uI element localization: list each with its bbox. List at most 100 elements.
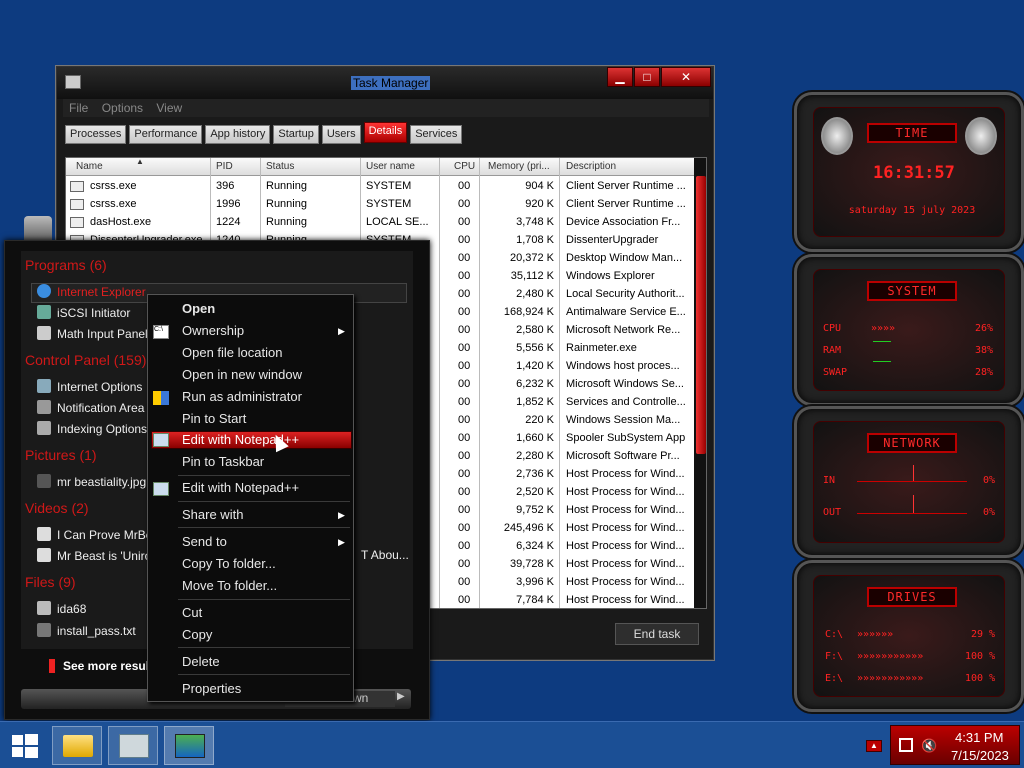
result-video-2[interactable]: Mr Beast is 'Uniro: [37, 548, 151, 563]
col-user[interactable]: User name: [366, 161, 415, 172]
menu-options[interactable]: Options: [102, 101, 143, 115]
minimize-button[interactable]: ▁: [607, 67, 633, 87]
menu-copy[interactable]: Copy: [182, 627, 212, 642]
table-row[interactable]: csrss.exe 1996 Running SYSTEM 00 920 K Client …: [66, 196, 694, 214]
alien-logo-icon: [965, 117, 997, 155]
result-video-1[interactable]: I Can Prove MrBea: [37, 527, 159, 542]
network-icon[interactable]: [899, 738, 913, 752]
menu-ownership[interactable]: Ownership: [182, 323, 244, 338]
shutdown-options-arrow-icon[interactable]: ▶: [397, 691, 411, 707]
cell-cpu: 00: [458, 216, 471, 228]
menu-view[interactable]: View: [156, 101, 182, 115]
menu-file[interactable]: File: [69, 101, 88, 115]
result-picture[interactable]: mr beastiality.jpg: [37, 474, 146, 489]
time-date: saturday 15 july 2023: [848, 205, 976, 216]
col-pid[interactable]: PID: [216, 161, 233, 172]
menu-open[interactable]: Open: [182, 301, 215, 316]
category-files[interactable]: Files (9): [25, 574, 76, 590]
in-label: IN: [823, 475, 836, 486]
notepad-icon: [153, 433, 169, 447]
col-description[interactable]: Description: [566, 161, 616, 172]
category-videos[interactable]: Videos (2): [25, 500, 89, 516]
result-internet-explorer[interactable]: Internet Explorer: [37, 284, 146, 299]
out-spike: [913, 495, 914, 513]
drive-e-label: E:\: [825, 673, 844, 684]
end-task-button[interactable]: End task: [615, 623, 699, 645]
tab-performance[interactable]: Performance: [129, 125, 203, 144]
result-file-ida[interactable]: ida68: [37, 601, 86, 616]
close-button[interactable]: ✕: [661, 67, 711, 87]
cell-mem: 2,580 K: [516, 324, 554, 336]
result-notification-area[interactable]: Notification Area I: [37, 400, 151, 415]
tab-app-history[interactable]: App history: [205, 125, 271, 144]
menu-move-to-folder[interactable]: Move To folder...: [182, 578, 277, 593]
cell-mem: 1,708 K: [516, 234, 554, 246]
cell-cpu: 00: [458, 522, 471, 534]
pen-icon: [37, 326, 51, 340]
tab-startup[interactable]: Startup: [273, 125, 319, 144]
taskbar-task-manager[interactable]: [108, 726, 158, 765]
menu-pin-to-taskbar[interactable]: Pin to Taskbar: [182, 454, 264, 469]
volume-muted-icon[interactable]: 🔇: [921, 738, 937, 754]
menu-edit-notepad[interactable]: Edit with Notepad++: [182, 480, 299, 495]
menu-open-new-window[interactable]: Open in new window: [182, 367, 302, 382]
cell-cpu: 00: [458, 306, 471, 318]
show-hidden-icons-chevron-icon[interactable]: ▲: [866, 740, 882, 752]
menu-open-file-location[interactable]: Open file location: [182, 345, 282, 360]
menu-properties[interactable]: Properties: [182, 681, 241, 696]
menu-delete[interactable]: Delete: [182, 654, 220, 669]
cell-status: Running: [266, 216, 307, 228]
table-row[interactable]: csrss.exe 396 Running SYSTEM 00 904 K Client S…: [66, 178, 694, 196]
cell-desc: Host Process for Wind...: [566, 486, 685, 498]
menu-send-to[interactable]: Send to: [182, 534, 227, 549]
result-internet-options[interactable]: Internet Options: [37, 379, 142, 394]
cell-mem: 35,112 K: [510, 270, 554, 282]
maximize-button[interactable]: □: [634, 67, 660, 87]
cell-desc: Services and Controlle...: [566, 396, 686, 408]
col-cpu[interactable]: CPU: [454, 161, 475, 172]
table-row[interactable]: dasHost.exe 1224 Running LOCAL SE... 00 3,748…: [66, 214, 694, 232]
category-control-panel[interactable]: Control Panel (159): [25, 352, 146, 368]
tab-users[interactable]: Users: [321, 125, 361, 144]
result-iscsi[interactable]: iSCSI Initiator: [37, 305, 130, 320]
context-menu: Open C:\ Ownership ▶ Open file location …: [147, 294, 354, 702]
cell-cpu: 00: [458, 252, 471, 264]
system-gadget: SYSTEM CPU »»»» 26% RAM 38% SWAP 28%: [794, 254, 1024, 406]
windows-start-icon[interactable]: [10, 732, 40, 760]
result-math-input[interactable]: Math Input Panel: [37, 326, 148, 341]
category-pictures[interactable]: Pictures (1): [25, 447, 97, 463]
cpu-label: CPU: [823, 323, 842, 334]
menu-pin-to-start[interactable]: Pin to Start: [182, 411, 246, 426]
cell-user: SYSTEM: [366, 180, 412, 192]
image-file-icon: [37, 474, 51, 488]
cell-mem: 1,420 K: [516, 360, 554, 372]
tray-clock-time[interactable]: 4:31 PM: [955, 730, 1003, 745]
cell-mem: 6,324 K: [516, 540, 554, 552]
tray-clock-date[interactable]: 7/15/2023: [951, 748, 1009, 763]
tab-processes[interactable]: Processes: [65, 125, 127, 144]
col-status[interactable]: Status: [266, 161, 294, 172]
result-file-install[interactable]: install_pass.txt: [37, 623, 136, 638]
taskbar-remote-desktop[interactable]: [164, 726, 214, 765]
menu-cut[interactable]: Cut: [182, 605, 202, 620]
tab-services[interactable]: Services: [410, 125, 463, 144]
ram-label: RAM: [823, 345, 842, 356]
category-programs[interactable]: Programs (6): [25, 257, 107, 273]
taskbar-file-explorer[interactable]: [52, 726, 102, 765]
out-graph: [857, 513, 967, 514]
col-name[interactable]: Name: [76, 161, 103, 172]
see-more-results-link[interactable]: See more results: [63, 659, 160, 673]
video-file-icon: [37, 527, 51, 541]
menu-run-as-admin[interactable]: Run as administrator: [182, 389, 302, 404]
menu-copy-to-folder[interactable]: Copy To folder...: [182, 556, 276, 571]
title-bar[interactable]: Task Manager ▁ □ ✕: [57, 67, 713, 99]
tab-details[interactable]: Details: [363, 122, 408, 143]
menu-share-with[interactable]: Share with: [182, 507, 243, 522]
cpu-bar: »»»»: [871, 323, 896, 334]
scrollbar-thumb[interactable]: [696, 176, 706, 454]
cell-desc: Spooler SubSystem App: [566, 432, 686, 444]
cell-mem: 7,784 K: [516, 594, 554, 606]
cell-cpu: 00: [458, 288, 471, 300]
result-indexing-options[interactable]: Indexing Options: [37, 421, 147, 436]
col-memory[interactable]: Memory (pri...: [488, 161, 550, 172]
